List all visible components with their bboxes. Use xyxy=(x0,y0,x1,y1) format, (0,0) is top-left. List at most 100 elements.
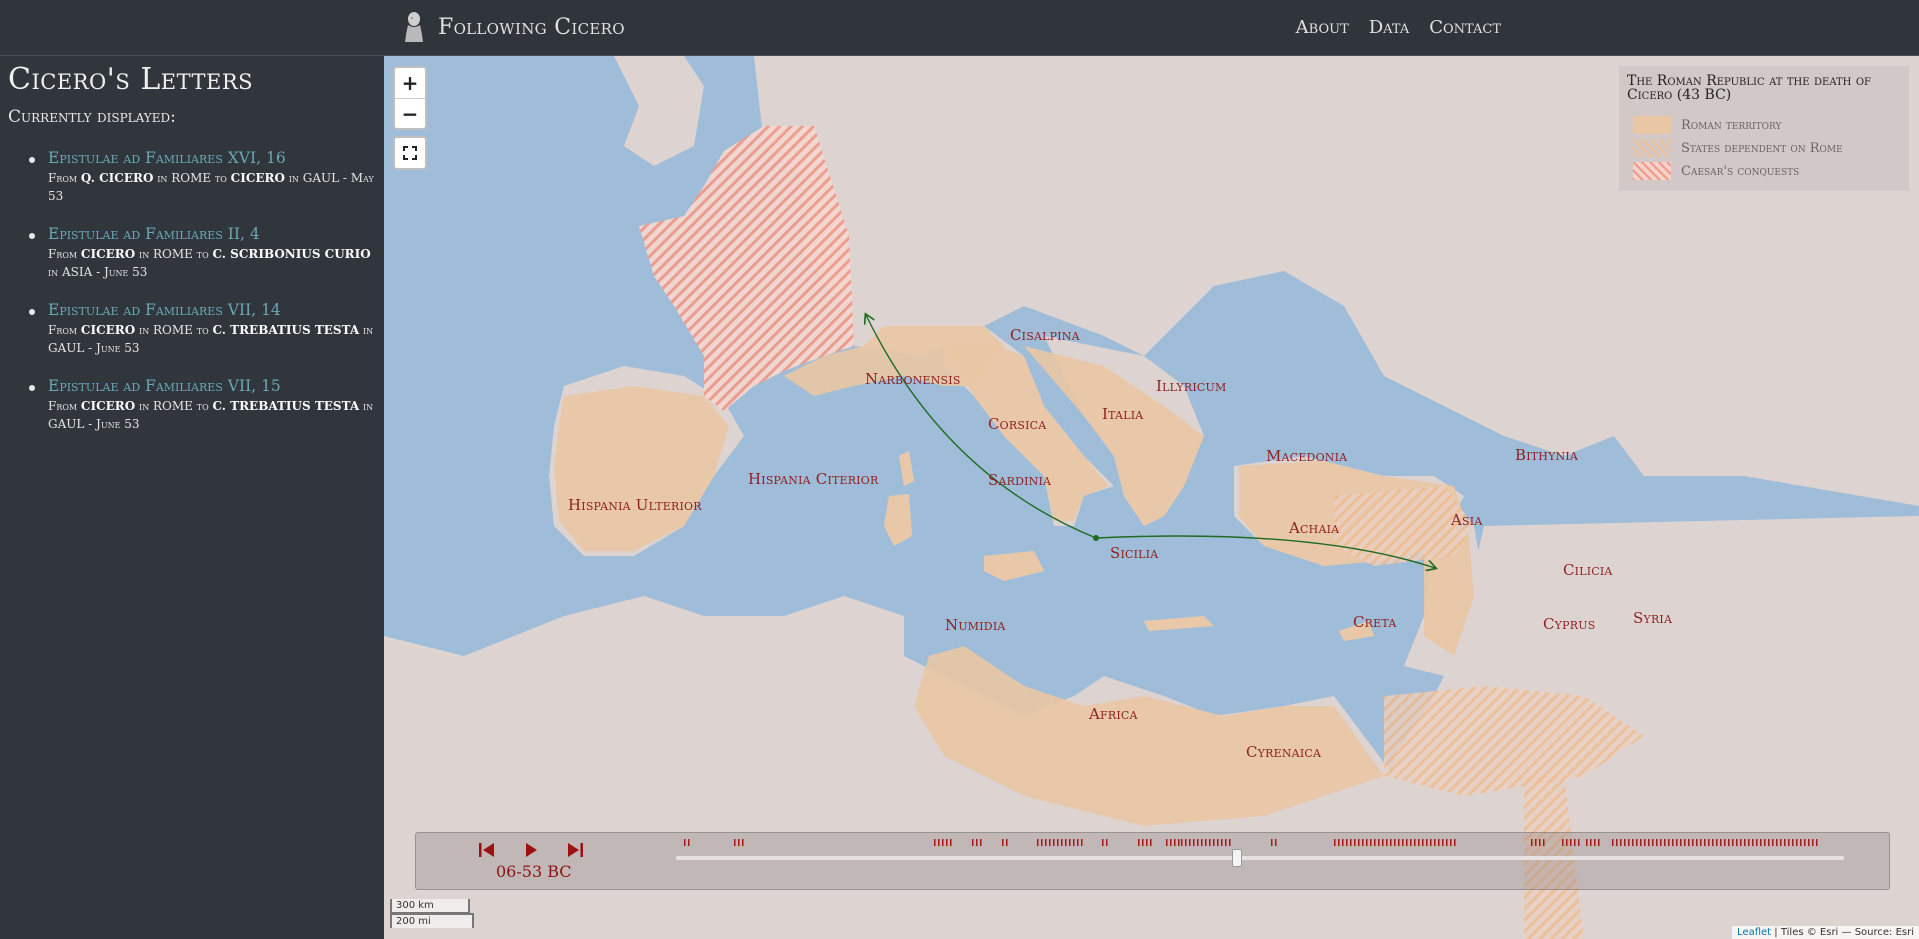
timeline-tick xyxy=(1402,839,1404,846)
timeline-tick xyxy=(1213,839,1215,846)
timeline-tick xyxy=(1756,839,1758,846)
letter-recipient: C. SCRIBONIUS CURIO xyxy=(212,247,371,261)
legend-label: Roman territory xyxy=(1681,117,1782,133)
letter-title-link[interactable]: Epistulae ad Familiares II, 4 xyxy=(48,225,384,243)
timeline-tick xyxy=(1170,839,1172,846)
timeline-tick xyxy=(1166,839,1168,846)
timeline-tick xyxy=(1181,839,1183,846)
timeline-tick xyxy=(1566,839,1568,846)
timeline-tick xyxy=(1450,839,1452,846)
region-label-sicilia: Sicilia xyxy=(1110,544,1159,562)
timeline-tick xyxy=(1688,839,1690,846)
letter-meta-text: in ROME to xyxy=(135,247,213,261)
timeline-tick xyxy=(1037,839,1039,846)
legend-swatch xyxy=(1633,162,1671,180)
timeline-tick xyxy=(1045,839,1047,846)
fullscreen-icon xyxy=(403,146,417,160)
brand-title[interactable]: Following Cicero xyxy=(438,15,625,40)
nav-contact-link[interactable]: Contact xyxy=(1429,17,1501,38)
legend-title: The Roman Republic at the death of Cicer… xyxy=(1627,73,1871,103)
brand[interactable]: Following Cicero xyxy=(402,11,625,43)
timeline-tick xyxy=(1648,839,1650,846)
timeline-tick xyxy=(1065,839,1067,846)
timeline-tick xyxy=(1562,839,1564,846)
timeline-tick xyxy=(1744,839,1746,846)
timeline-tick xyxy=(1676,839,1678,846)
timeline-tick xyxy=(1784,839,1786,846)
nav-data-link[interactable]: Data xyxy=(1369,17,1409,38)
zoom-out-button[interactable]: − xyxy=(395,98,425,129)
leaflet-link[interactable]: Leaflet xyxy=(1737,927,1771,938)
letter-recipient: C. TREBATIUS TESTA xyxy=(212,323,360,337)
timeline-tick xyxy=(1594,839,1596,846)
legend-item-roman-territory: Roman territory xyxy=(1633,116,1901,134)
timeline-tick xyxy=(1570,839,1572,846)
timeline-tick xyxy=(1764,839,1766,846)
timeline-tick xyxy=(1102,839,1104,846)
zoom-in-button[interactable]: + xyxy=(395,68,425,98)
map[interactable]: Cisalpina Narbonensis Illyricum Italia C… xyxy=(384,56,1919,939)
timeline-tick xyxy=(1217,839,1219,846)
letter-meta: From Q. CICERO in ROME to CICERO in GAUL… xyxy=(48,169,384,205)
timeline-ticks xyxy=(684,839,1818,846)
timeline-tick xyxy=(1672,839,1674,846)
timeline-tick xyxy=(1539,839,1541,846)
timeline-slider-handle[interactable] xyxy=(1231,849,1242,867)
letter-title-link[interactable]: Epistulae ad Familiares VII, 15 xyxy=(48,377,384,395)
timeline-tick xyxy=(1185,839,1187,846)
timeline-slider-track[interactable] xyxy=(676,856,1844,860)
timeline-tick xyxy=(1229,839,1231,846)
region-label-syria: Syria xyxy=(1633,609,1673,627)
timeline-tick xyxy=(1189,839,1191,846)
rome-marker[interactable] xyxy=(1093,535,1099,541)
region-label-creta: Creta xyxy=(1353,613,1397,631)
timeline-tick xyxy=(1543,839,1545,846)
timeline-tick xyxy=(1656,839,1658,846)
timeline-tick xyxy=(950,839,952,846)
timeline-tick xyxy=(1378,839,1380,846)
letter-sender: CICERO xyxy=(80,323,136,337)
timeline-tick xyxy=(1221,839,1223,846)
timeline-tick xyxy=(1354,839,1356,846)
letter-title-link[interactable]: Epistulae ad Familiares XVI, 16 xyxy=(48,149,384,167)
region-label-cyprus: Cyprus xyxy=(1543,615,1596,633)
timeline-tick xyxy=(1057,839,1059,846)
timeline-tick xyxy=(1628,839,1630,846)
timeline-tick xyxy=(738,839,740,846)
timeline-tick xyxy=(1644,839,1646,846)
timeline-tick xyxy=(1006,839,1008,846)
nav-about-link[interactable]: About xyxy=(1296,17,1349,38)
timeline-tick xyxy=(1430,839,1432,846)
attribution-text: | Tiles © Esri — Source: Esri xyxy=(1771,927,1914,938)
timeline-tick xyxy=(1422,839,1424,846)
legend-label: States dependent on Rome xyxy=(1681,140,1843,156)
timeline-tick xyxy=(972,839,974,846)
timeline-tick xyxy=(1178,839,1180,846)
timeline-tick xyxy=(1106,839,1108,846)
timeline-tick xyxy=(1816,839,1818,846)
timeline-tick xyxy=(1668,839,1670,846)
timeline-tick xyxy=(1772,839,1774,846)
fullscreen-button[interactable] xyxy=(393,136,427,170)
region-label-corsica: Corsica xyxy=(988,415,1047,433)
timeline-tick xyxy=(1590,839,1592,846)
timeline-tick xyxy=(1077,839,1079,846)
timeline-tick xyxy=(1586,839,1588,846)
timeline-tick xyxy=(1382,839,1384,846)
legend-label: Caesar's conquests xyxy=(1681,163,1800,179)
timeline-tick xyxy=(1362,839,1364,846)
timeline-tick xyxy=(1680,839,1682,846)
timeline-tick xyxy=(1454,839,1456,846)
scale-km: 300 km xyxy=(390,899,470,914)
sidebar-subtitle: Currently displayed: xyxy=(8,107,176,127)
letter-item: Epistulae ad Familiares II, 4 From CICER… xyxy=(26,225,384,281)
timeline-tick xyxy=(1069,839,1071,846)
letter-meta-text: From xyxy=(48,171,81,185)
timeline-tick xyxy=(1800,839,1802,846)
letter-title-link[interactable]: Epistulae ad Familiares VII, 14 xyxy=(48,301,384,319)
timeline-tick xyxy=(1574,839,1576,846)
region-label-hispania-citerior: Hispania Citerior xyxy=(748,470,879,488)
timeline-tick xyxy=(1616,839,1618,846)
timeline-tick xyxy=(1578,839,1580,846)
timeline-tick xyxy=(980,839,982,846)
